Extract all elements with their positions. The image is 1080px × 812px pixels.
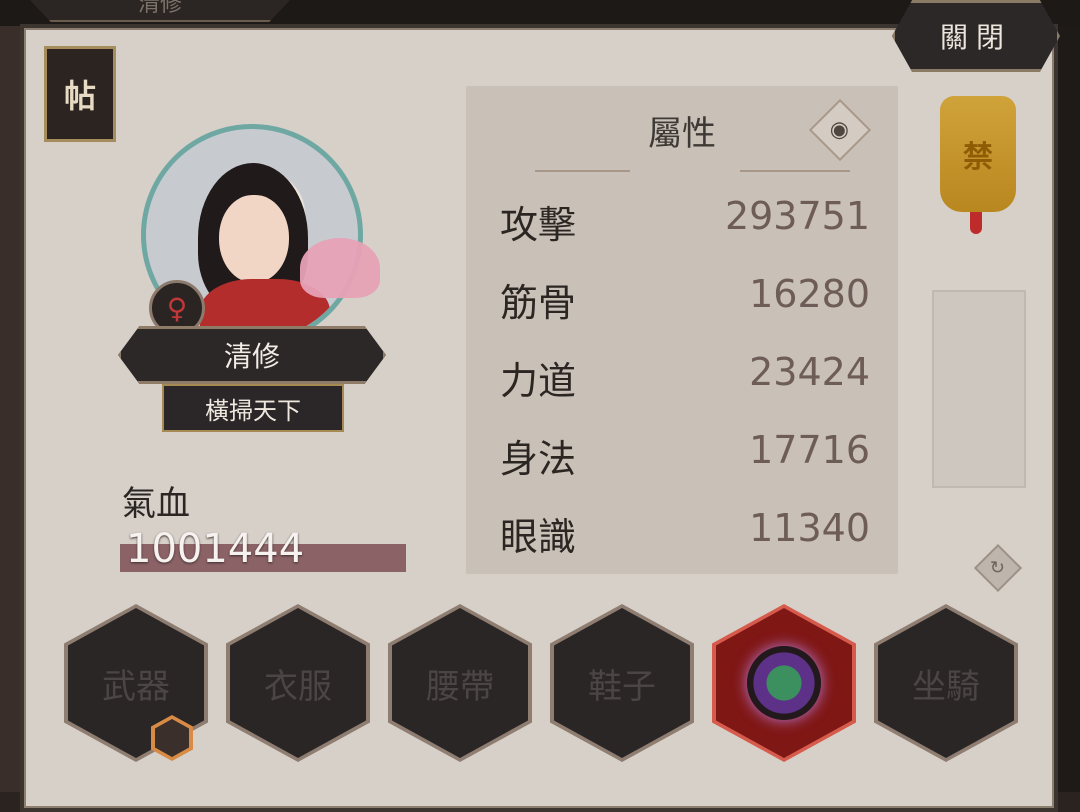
- attribute-name: 筋骨: [500, 281, 577, 325]
- close-button[interactable]: 關閉: [892, 0, 1060, 72]
- slot-label: 衣服: [230, 608, 366, 758]
- attribute-row-strength: 力道 23424: [500, 350, 870, 403]
- slot-label: 鞋子: [554, 608, 690, 758]
- left-edge: [0, 0, 20, 792]
- top-tab[interactable]: 清修: [30, 0, 290, 22]
- attribute-name: 力道: [500, 359, 577, 403]
- slot-label: 腰帶: [392, 608, 528, 758]
- slot-item: [716, 608, 852, 758]
- divider-left: [535, 170, 630, 172]
- gem-icon: [747, 646, 821, 720]
- lotus-decoration: [300, 238, 380, 298]
- side-panel: [932, 290, 1026, 488]
- hp-label: 氣血: [122, 484, 190, 524]
- attribute-value: 11340: [749, 506, 870, 550]
- divider-right: [740, 170, 850, 172]
- invitation-button[interactable]: 帖: [44, 46, 116, 142]
- forbidden-seal[interactable]: 禁: [940, 96, 1016, 212]
- attribute-row-attack: 攻擊 293751: [500, 194, 870, 247]
- character-name: 清修: [118, 326, 386, 384]
- attribute-value: 16280: [749, 272, 870, 316]
- face: [219, 195, 289, 283]
- seal-tassel: [970, 212, 982, 234]
- attribute-name: 身法: [500, 437, 577, 481]
- attribute-value: 17716: [749, 428, 870, 472]
- character-title: 橫掃天下: [162, 384, 344, 432]
- slot-label: 坐騎: [878, 608, 1014, 758]
- attribute-name: 眼識: [500, 515, 577, 559]
- attribute-row-perception: 眼識 11340: [500, 506, 870, 559]
- attribute-value: 23424: [749, 350, 870, 394]
- attribute-name: 攻擊: [500, 203, 577, 247]
- hp-value: 1001444: [126, 526, 305, 572]
- attribute-row-agility: 身法 17716: [500, 428, 870, 481]
- attribute-value: 293751: [724, 194, 870, 238]
- attribute-row-bone: 筋骨 16280: [500, 272, 870, 325]
- attribute-panel: 屬性: [466, 86, 898, 574]
